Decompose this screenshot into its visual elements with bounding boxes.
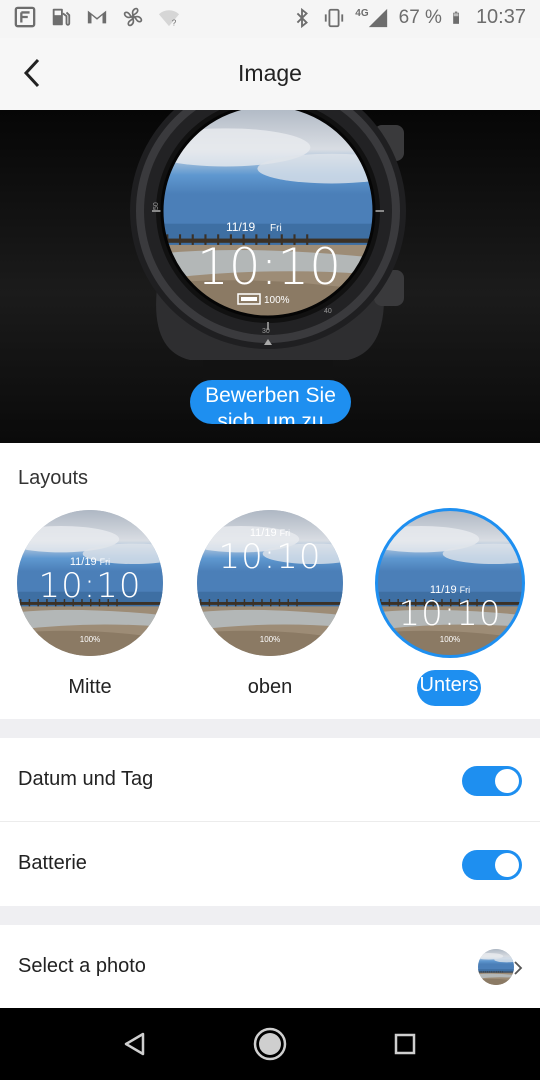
battery-percent: 67 % xyxy=(398,6,442,28)
preview-weekday: Fri xyxy=(270,223,282,234)
apply-button[interactable]: Bewerben Sie sich, um zu xyxy=(190,380,351,424)
layout-battery: 100% xyxy=(79,635,101,644)
nav-back-icon[interactable] xyxy=(117,1026,153,1062)
nav-recents-icon[interactable] xyxy=(387,1026,423,1062)
layout-time: 10:10 xyxy=(218,537,322,577)
select-photo-label: Select a photo xyxy=(18,955,146,977)
watch-preview: 30 40 50 11/19 Fri 10:10 100% Bewerben S… xyxy=(0,110,540,443)
date-day-toggle[interactable] xyxy=(462,766,522,796)
layout-option-oben[interactable]: 11/19 Fri 10:10 100% oben xyxy=(197,510,343,698)
battery-label: Batterie xyxy=(18,852,87,874)
toggle-knob xyxy=(495,853,519,877)
preview-date: 11/19 xyxy=(226,220,255,234)
layout-thumbnail[interactable]: 11/19 Fri 10:10 100% xyxy=(375,508,525,658)
status-time: 10:37 xyxy=(475,6,526,28)
page-title: Image xyxy=(238,60,302,86)
signal-icon xyxy=(368,8,387,27)
section-divider xyxy=(0,719,540,738)
preview-battery: 100% xyxy=(264,295,290,306)
layout-time: 10:10 xyxy=(38,566,142,606)
battery-toggle[interactable] xyxy=(462,850,522,880)
battery-icon xyxy=(453,11,459,24)
layout-time: 10:10 xyxy=(398,594,502,634)
status-bar: ? 4G 67 % 10:37 xyxy=(0,0,540,38)
date-day-label: Datum und Tag xyxy=(18,768,154,790)
layout-option-unten[interactable]: 11/19 Fri 10:10 100% Unters it xyxy=(375,508,525,706)
bezel-number: 30 xyxy=(262,328,270,335)
layout-thumbnail[interactable]: 11/19 Fri 10:10 100% xyxy=(17,510,163,656)
layout-option-mitte[interactable]: 11/19 Fri 10:10 100% Mitte xyxy=(17,510,163,698)
preview-time: 10:10 xyxy=(197,238,341,296)
battery-row: Batterie xyxy=(0,822,540,906)
layout-label: Mitte xyxy=(68,676,112,698)
bluetooth-icon xyxy=(297,7,309,28)
layouts-heading: Layouts xyxy=(18,467,89,489)
app-logo-icon xyxy=(14,6,36,28)
toggle-knob xyxy=(495,769,519,793)
vibrate-icon xyxy=(325,8,344,27)
system-nav-bar xyxy=(0,1008,540,1080)
layout-battery: 100% xyxy=(439,635,461,644)
gas-station-icon xyxy=(52,8,71,26)
fan-icon xyxy=(123,7,143,27)
select-photo-row[interactable]: Select a photo xyxy=(0,925,540,1009)
layout-label: Unters it xyxy=(417,670,481,706)
section-divider xyxy=(0,906,540,925)
photo-thumbnail xyxy=(478,949,514,985)
bezel-number: 40 xyxy=(324,308,332,315)
gmail-icon xyxy=(87,10,107,24)
layout-label: oben xyxy=(247,676,293,698)
wifi-question-icon: ? xyxy=(158,10,180,27)
layout-battery: 100% xyxy=(259,635,281,644)
app-bar: Image xyxy=(0,38,540,110)
layout-thumbnail[interactable]: 11/19 Fri 10:10 100% xyxy=(197,510,343,656)
date-day-row: Datum und Tag xyxy=(0,738,540,822)
bezel-number: 50 xyxy=(153,202,160,210)
svg-text:?: ? xyxy=(172,18,177,27)
nav-home-icon[interactable] xyxy=(252,1026,288,1062)
chevron-right-icon xyxy=(514,961,523,975)
